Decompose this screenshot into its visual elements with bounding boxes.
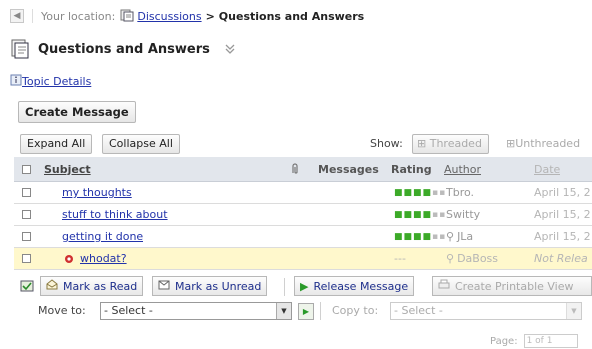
message-subject-link[interactable]: getting it done [62,230,143,243]
table-header: Subject Messages Rating Author Date [14,157,592,182]
mark-as-read-label: Mark as Read [63,279,138,293]
info-icon [10,74,22,89]
unthreaded-icon: ⊞ [506,137,516,150]
threaded-view-button[interactable]: ⊞ Threaded [412,134,489,154]
threaded-icon: ⊞ [417,137,427,150]
user-icon: ⚲ [446,230,455,243]
date: April 15, 2 [534,208,591,221]
message-subject-link[interactable]: stuff to think about [62,208,168,221]
row-checkbox[interactable] [22,254,31,263]
table-toolbar: Expand All Collapse All Show: ⊞ Threaded… [14,132,592,156]
move-to-select[interactable]: - Select - ▼ [100,302,292,320]
subject-column-header[interactable]: Subject [44,163,91,176]
row-checkbox[interactable] [22,210,31,219]
select-all-checkbox[interactable] [22,164,31,174]
chevron-down-icon: ▼ [566,303,581,319]
unthreaded-label: Unthreaded [515,137,581,150]
move-divider [320,302,321,320]
envelope-icon [158,279,170,293]
messages-column-header: Messages [318,162,379,176]
messages-table: Subject Messages Rating Author Date my t… [14,157,592,270]
rating-text: --- [394,252,406,265]
title-row: Questions and Answers [10,36,236,62]
create-printable-view-button[interactable]: Create Printable View [432,276,592,296]
author-column-header[interactable]: Author [444,163,481,176]
rating-stars: ■■■■ ▪▪ [394,231,447,242]
rating-column-header: Rating [391,162,432,176]
rating-stars: ■■■■ ▪▪ [394,209,447,220]
author: Tbro. [446,186,475,199]
location-label: Your location: [41,9,116,23]
rating-stars: ■■■■ ▪▪ [394,187,447,198]
breadcrumb-divider [32,9,33,23]
page-label: Page: [490,335,518,347]
date: April 15, 2 [534,230,591,243]
envelope-open-icon [46,279,58,293]
message-subject-link[interactable]: whodat? [80,252,127,265]
page-select[interactable]: 1 of 1 [523,334,578,348]
printer-icon [438,279,450,293]
topic-details: Topic Details [10,74,91,89]
date-column-header[interactable]: Date [534,163,560,176]
topic-details-link[interactable]: Topic Details [22,75,91,88]
mark-as-unread-button[interactable]: Mark as Unread [152,276,268,296]
table-row-unreleased: whodat? --- ⚲ DaBoss Not Relea [14,248,592,270]
pager: Page: 1 of 1 [490,334,578,348]
table-row: stuff to think about ■■■■ ▪▪ Switty April… [14,204,592,226]
move-copy-row: Move to: - Select - ▼ ▶ Copy to: - Selec… [14,301,592,323]
apply-icon [20,279,34,296]
release-message-button[interactable]: ▶ Release Message [294,276,415,296]
collapse-title-icon[interactable] [224,42,236,57]
table-row: getting it done ■■■■ ▪▪ ⚲ JLa April 15, 2 [14,226,592,248]
unreleased-icon [64,248,74,269]
action-divider [284,278,285,296]
create-printable-view-label: Create Printable View [455,279,574,293]
discussions-icon [120,8,134,25]
attachment-column-icon [290,157,300,181]
expand-all-button[interactable]: Expand All [20,134,93,154]
row-checkbox[interactable] [22,232,31,241]
show-label: Show: [370,137,403,150]
breadcrumb-current: Questions and Answers [218,9,365,23]
message-subject-link[interactable]: my thoughts [62,186,132,199]
mark-as-read-button[interactable]: Mark as Read [40,276,144,296]
page-title: Questions and Answers [38,41,210,57]
user-icon: ⚲ [446,252,455,265]
release-message-label: Release Message [313,279,409,293]
chevron-down-icon: ▼ [276,303,291,319]
author: JLa [457,230,474,243]
author: Switty [446,208,481,221]
date: April 15, 2 [534,186,591,199]
forum-icon [10,37,30,62]
collapse-all-button[interactable]: Collapse All [102,134,180,154]
row-checkbox[interactable] [22,188,31,197]
move-to-label: Move to: [38,304,86,317]
breadcrumb-separator: > [205,9,215,23]
copy-to-value: - Select - [394,304,443,317]
arrow-right-icon: ▶ [300,279,309,293]
action-bar: Mark as Read Mark as Unread ▶ Release Mes… [14,276,592,300]
breadcrumb-discussions-link[interactable]: Discussions [137,10,201,23]
author: DaBoss [457,252,499,265]
breadcrumb: ◀ Your location: Discussions > Questions… [0,0,592,32]
create-message-button[interactable]: Create Message [18,101,136,123]
move-go-button[interactable]: ▶ [298,303,314,320]
table-row: my thoughts ■■■■ ▪▪ Tbro. April 15, 2 [14,182,592,204]
date: Not Relea [534,252,588,265]
unthreaded-view-toggle[interactable]: ⊞Unthreaded [506,137,580,150]
copy-to-label: Copy to: [332,304,379,317]
mark-as-unread-label: Mark as Unread [175,279,262,293]
copy-to-select[interactable]: - Select - ▼ [390,302,582,320]
back-icon[interactable]: ◀ [10,9,24,23]
move-to-value: - Select - [104,304,153,317]
threaded-label: Threaded [429,137,482,150]
